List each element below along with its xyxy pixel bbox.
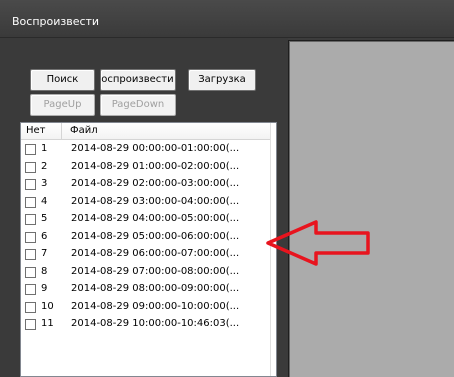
list-item[interactable]: 5 2014-08-29 04:00:00-05:00:00(... xyxy=(21,211,276,229)
row-checkbox[interactable] xyxy=(25,214,36,225)
list-item[interactable]: 6 2014-08-29 05:00:00-06:00:00(... xyxy=(21,229,276,247)
row-checkbox[interactable] xyxy=(25,266,36,278)
list-item[interactable]: 1 2014-08-29 00:00:00-01:00:00(... xyxy=(21,141,276,159)
list-header: Нет Файл xyxy=(21,123,276,140)
red-arrow-icon xyxy=(266,220,370,266)
row-number: 11 xyxy=(41,318,54,329)
list-rows: 1 2014-08-29 00:00:00-01:00:00(... 2 2014-0… xyxy=(21,141,276,334)
title-bar: Воспроизвести xyxy=(0,0,454,38)
row-file-name: 2014-08-29 10:00:00-10:46:03(... xyxy=(71,318,240,329)
list-item[interactable]: 10 2014-08-29 09:00:00-10:00:00(... xyxy=(21,299,276,317)
row-number: 5 xyxy=(41,213,48,224)
column-header-number[interactable]: Нет xyxy=(26,125,46,136)
search-button[interactable]: Поиск xyxy=(30,69,95,91)
row-file-name: 2014-08-29 04:00:00-05:00:00(... xyxy=(71,213,240,224)
playback-window: Воспроизвести Поиск Воспроизвести Загруз… xyxy=(0,0,454,377)
row-file-name: 2014-08-29 05:00:00-06:00:00(... xyxy=(71,230,240,242)
column-header-file[interactable]: Файл xyxy=(70,125,98,136)
row-checkbox[interactable] xyxy=(25,231,36,243)
row-checkbox[interactable] xyxy=(25,319,36,330)
window-title: Воспроизвести xyxy=(12,15,100,28)
row-file-name: 2014-08-29 07:00:00-08:00:00(... xyxy=(71,265,240,277)
row-number: 7 xyxy=(41,248,48,259)
video-display-area[interactable] xyxy=(288,40,454,377)
list-item[interactable]: 4 2014-08-29 03:00:00-04:00:00(... xyxy=(21,194,276,212)
column-divider[interactable] xyxy=(61,123,62,140)
list-item[interactable]: 8 2014-08-29 07:00:00-08:00:00(... xyxy=(21,264,276,282)
row-number: 6 xyxy=(41,230,48,242)
row-checkbox[interactable] xyxy=(25,161,36,173)
row-number: 4 xyxy=(41,195,48,207)
list-item[interactable]: 9 2014-08-29 08:00:00-09:00:00(... xyxy=(21,281,276,299)
row-number: 8 xyxy=(41,265,48,277)
row-number: 3 xyxy=(41,178,48,189)
row-file-name: 2014-08-29 08:00:00-09:00:00(... xyxy=(71,283,240,294)
page-down-button[interactable]: PageDown xyxy=(100,94,176,116)
play-button[interactable]: Воспроизвести xyxy=(100,69,176,91)
row-checkbox[interactable] xyxy=(25,284,36,295)
list-item[interactable]: 2 2014-08-29 01:00:00-02:00:00(... xyxy=(21,159,276,177)
row-checkbox[interactable] xyxy=(25,301,36,313)
row-number: 2 xyxy=(41,160,48,172)
row-file-name: 2014-08-29 02:00:00-03:00:00(... xyxy=(71,178,240,189)
row-file-name: 2014-08-29 09:00:00-10:00:00(... xyxy=(71,300,240,312)
row-number: 9 xyxy=(41,283,48,294)
row-file-name: 2014-08-29 06:00:00-07:00:00(... xyxy=(71,248,240,259)
row-checkbox[interactable] xyxy=(25,144,36,155)
list-item[interactable]: 11 2014-08-29 10:00:00-10:46:03(... xyxy=(21,316,276,334)
list-item[interactable]: 7 2014-08-29 06:00:00-07:00:00(... xyxy=(21,246,276,264)
row-checkbox[interactable] xyxy=(25,179,36,190)
row-checkbox[interactable] xyxy=(25,196,36,208)
row-file-name: 2014-08-29 01:00:00-02:00:00(... xyxy=(71,160,240,172)
row-number: 1 xyxy=(41,143,48,154)
row-file-name: 2014-08-29 03:00:00-04:00:00(... xyxy=(71,195,240,207)
page-up-button[interactable]: PageUp xyxy=(30,94,95,116)
row-file-name: 2014-08-29 00:00:00-01:00:00(... xyxy=(71,143,240,154)
download-button[interactable]: Загрузка xyxy=(188,69,256,91)
row-checkbox[interactable] xyxy=(25,249,36,260)
arrow-shape xyxy=(266,220,370,266)
file-list[interactable]: Нет Файл 1 2014-08-29 00:00:00-01:00:00(.… xyxy=(20,122,277,377)
row-number: 10 xyxy=(41,300,54,312)
list-item[interactable]: 3 2014-08-29 02:00:00-03:00:00(... xyxy=(21,176,276,194)
